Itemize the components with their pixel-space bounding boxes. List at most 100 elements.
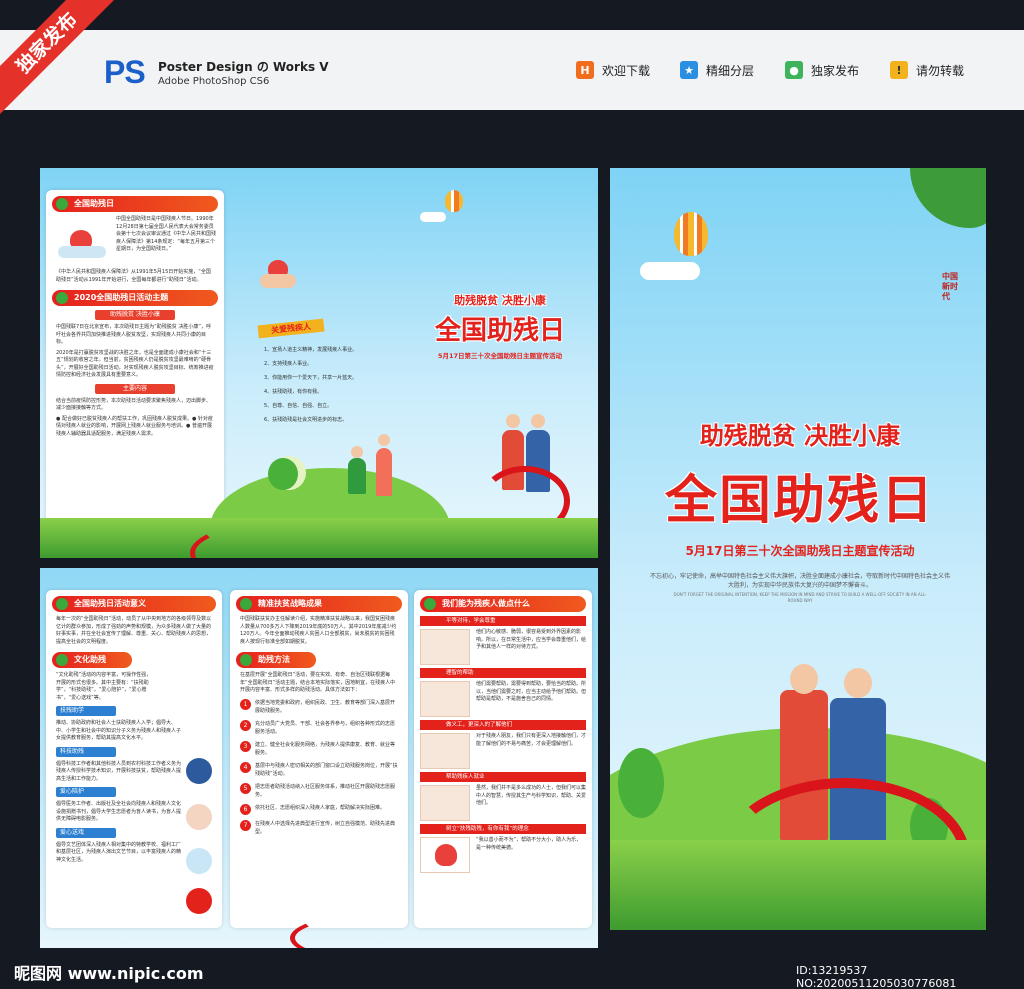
section-heading: 全国助残日 xyxy=(52,196,218,212)
step-heading: 做义工，更深入的了解他们 xyxy=(420,720,586,730)
step-illustration xyxy=(420,785,470,821)
main-title: 全国助残日 xyxy=(434,316,565,346)
trifold-outside-spread: 全国助残日 中国全国助残日是中国残疾人节日。1990年12月28日第七届全国人民… xyxy=(40,168,598,558)
sub-heading: 扶残助学 xyxy=(56,706,116,716)
sub-heading: 主要内容 xyxy=(95,383,175,394)
section-text: 《中华人民共和国残疾人保障法》从1991年5月15日开始实施，“全国助残日”活动… xyxy=(56,269,211,283)
step-illustration xyxy=(420,681,470,717)
section-heading: 全国助残日活动意义 xyxy=(52,596,216,612)
person-head xyxy=(351,446,363,458)
care-tag: 关爱残疾人 xyxy=(257,318,325,339)
panel-5-card: 精准扶贫战略成果 中国残联扶贫办主任解读介绍，实施精准扶贫战略以来，我国贫困残疾… xyxy=(230,590,408,928)
header-item-label: 请勿转载 xyxy=(916,63,965,78)
list-item: 5、自尊、自信、自强、自立。 xyxy=(264,403,333,409)
list-item: 2、支持残疾人事业。 xyxy=(264,361,313,367)
header-item-layers: ★ 精细分层 xyxy=(680,60,754,80)
panel-6-card: 我们能为残疾人做点什么 平等对待，学会尊重 他们内心敏感、脆弱，很容易受到外界因… xyxy=(414,590,592,928)
step-text: 他们需要帮助，需要得到帮助，要恰当的帮助。所以，当他们需要之时，应当主动给予他们… xyxy=(476,681,587,702)
person-wheelchair xyxy=(348,458,366,494)
list-item: 6 依托社区、志愿组织深入残疾人家庭，帮助解决实际困难。 xyxy=(240,803,398,815)
person-helper xyxy=(376,448,392,496)
step-illustration xyxy=(420,629,470,665)
step-illustration xyxy=(420,733,470,769)
sub-heading: 爱心送戏 xyxy=(56,827,116,838)
main-title: 全国助残日 xyxy=(664,471,935,531)
person-head xyxy=(506,414,520,428)
step-heading: 理智的帮助 xyxy=(420,668,586,678)
section-text: 每年一次的“全国助残日”活动，动员了从中央到地方的各级领导及数以亿计的群众参加，… xyxy=(56,616,212,645)
step-row: “我以善小而不为”，帮助不分大小，助人为乐，是一种传统美德。 xyxy=(420,837,586,873)
section-text: 中国残联扶贫办主任解读介绍，实施精准扶贫战略以来，我国贫困残疾人数量从700多万… xyxy=(240,616,397,645)
section-text: 在基层开展“全国助残日”活动，要在实效、有奇、自治区残联根据每年“全国助残日”活… xyxy=(240,672,396,693)
list-item: 5 把志愿者助残活动纳入社区服务体系，推动社区开展助残志愿服务。 xyxy=(240,782,398,799)
section-text: “文化助残”活动的内容丰富，可操作性强，开展的形式也很多。其中主要有：“扶残助学… xyxy=(56,672,152,701)
palm-leaves xyxy=(910,168,986,228)
trifold-inside-spread: 全国助残日活动意义 每年一次的“全国助残日”活动，动员了从中央到地方的各级领导及… xyxy=(40,568,598,948)
step-row: 他们需要帮助，需要得到帮助，要恰当的帮助。所以，当他们需要之时，应当主动给予他们… xyxy=(420,681,586,717)
image-id-text: ID:13219537 NO:20200511205030776081 xyxy=(796,964,957,989)
list-item: 1 依据当地党委和政府，组织民政、卫生、教育等部门深入基层开展助残服务。 xyxy=(240,698,398,715)
header-bar: PS Poster Design の Works V Adobe PhotoSh… xyxy=(0,30,1024,110)
warning-icon: ! xyxy=(890,61,908,79)
header-item-exclusive: ● 独家发布 xyxy=(785,60,859,80)
section-heading: 助残方法 xyxy=(236,652,316,668)
step-row: 对于残疾人朋友，我们只有更深入地接触他们，才能了解他们的不易与痛苦，才会更理解他… xyxy=(420,733,586,769)
list-item: 4 基层中与残疾人密切相关的部门窗口设立助残服务岗位，开展“扶残助残”活动。 xyxy=(240,761,398,778)
subtitle: 5月17日第三十次全国助残日主题宣传活动 xyxy=(685,544,915,558)
header-item-label: 欢迎下载 xyxy=(602,63,651,78)
list-item: 3、你能用你一个爱天下，共享一片蓝天。 xyxy=(264,375,358,381)
step-heading: 平等对待，学会尊重 xyxy=(420,616,586,626)
list-item: 7 在残疾人中选择先进典型进行宣传，树立自强模范、助残先进典型。 xyxy=(240,819,398,836)
star-icon: ★ xyxy=(680,61,698,79)
body-text: 不忘初心，牢记使命，高举中国特色社会主义伟大旗帜，决胜全面建成小康社会，夺取新时… xyxy=(650,573,951,589)
section-text: 推动、协助政府和社会人士扶助残疾人入学；倡导大、中、小学生和社会中的知识分子义务… xyxy=(56,720,182,741)
list-item: 4、扶残助残，有你有我。 xyxy=(264,389,323,395)
header-item-label: 独家发布 xyxy=(811,63,860,78)
ps-logo: PS xyxy=(104,54,146,90)
list-item: 1、宣扬人道主义精神，发展残疾人事业。 xyxy=(264,347,358,353)
front-cover: 中国新时代 助残脱贫 决胜小康 全国助残日 5月17日第三十次全国助残日主题宣传… xyxy=(610,168,986,930)
step-row: 他们内心敏感、脆弱，很容易受到外界因素的影响。所以，在日常生活中，应当学会尊重他… xyxy=(420,629,586,665)
header-item-no-repost: ! 请勿转载 xyxy=(890,60,964,80)
panel-1-card: 全国助残日 中国全国助残日是中国残疾人节日。1990年12月28日第七届全国人民… xyxy=(46,190,224,530)
user-icon: ● xyxy=(785,61,803,79)
section-text: 中国全国助残日是中国残疾人节日。1990年12月28日第七届全国人民代表大会常务… xyxy=(116,216,217,252)
section-heading: 2020全国助残日活动主题 xyxy=(52,290,218,306)
book-icon xyxy=(186,848,212,874)
sub-heading: 爱心陪护 xyxy=(56,787,116,797)
step-text: 他们内心敏感、脆弱，很容易受到外界因素的影响。所以，在日常生活中，应当学会尊重他… xyxy=(476,629,587,650)
person-head xyxy=(531,414,545,428)
slogan-text: 助残脱贫 决胜小康 xyxy=(699,422,901,450)
hot-air-balloon xyxy=(674,212,708,256)
step-heading: 帮助残疾人就业 xyxy=(420,772,586,782)
list-item: 2 充分动员广大党员、干部、社会各界参与，组织各种形式的志愿服务活动。 xyxy=(240,719,398,736)
step-text: 虽然，我们并不是多么成功的人士，但我们可以集中人的智慧，传授其生产与科学知识，帮… xyxy=(476,785,587,806)
method-list: 1 依据当地党委和政府，组织民政、卫生、教育等部门深入基层开展助残服务。 2 充分动… xyxy=(230,695,408,836)
person-head xyxy=(844,668,872,698)
body-text-english: DON'T FORGET THE ORIGINAL INTENTION, KEE… xyxy=(673,592,927,603)
step-text: 对于残疾人朋友，我们只有更深入地接触他们，才能了解他们的不易与痛苦，才会更理解他… xyxy=(476,733,587,747)
header-title: Poster Design の Works V xyxy=(158,60,329,74)
section-heading: 文化助残 xyxy=(52,652,132,668)
person-head xyxy=(790,664,818,694)
step-text: “我以善小而不为”，帮助不分大小，助人为乐，是一种传统美德。 xyxy=(476,837,582,851)
cloud xyxy=(420,212,446,222)
subtitle: 5月17日第三十次全国助残日主题宣传活动 xyxy=(437,352,563,360)
section-text: 中国残联7日在北京宣布，本次助残日主题为“助残脱贫 决胜小康”，呼吁社会各界共同… xyxy=(56,324,211,345)
step-heading: 树立“扶残助残，有你有我”的理念 xyxy=(420,824,586,834)
heart-hands-illustration xyxy=(52,216,112,266)
list-item: 3 建立、健全社会化服务网络，为残疾人提供康复、教育、就业等服务。 xyxy=(240,740,398,757)
tree xyxy=(268,458,298,490)
watermark-text: 昵图网 www.nipic.com xyxy=(14,964,204,983)
step-row: 虽然，我们并不是多么成功的人士，但我们可以集中人的智慧，传授其生产与科学知识，帮… xyxy=(420,785,586,821)
cloud xyxy=(640,262,700,280)
section-heading: 精准扶贫战略成果 xyxy=(236,596,402,612)
hot-air-balloon xyxy=(445,190,463,212)
section-text: 2020年是打赢脱贫攻坚战的决胜之年，也是全面建成小康社会和“十三五”规划的收官… xyxy=(56,349,214,379)
tree xyxy=(618,748,664,818)
sub-heading: 助残脱贫 决胜小康 xyxy=(95,310,175,320)
section-text: ● 配合做好已脱贫残疾人的帮扶工作，巩固残疾人脱贫成果。● 针对疫情对残疾人就业… xyxy=(56,415,213,437)
heart-illustration xyxy=(420,837,470,873)
section-text: 结合当前疫情防控形势，本次助残日活动要求聚焦残疾人，迈出脚步、减少面接接触等方式… xyxy=(56,397,212,412)
sub-heading: 科技助残 xyxy=(56,746,116,757)
